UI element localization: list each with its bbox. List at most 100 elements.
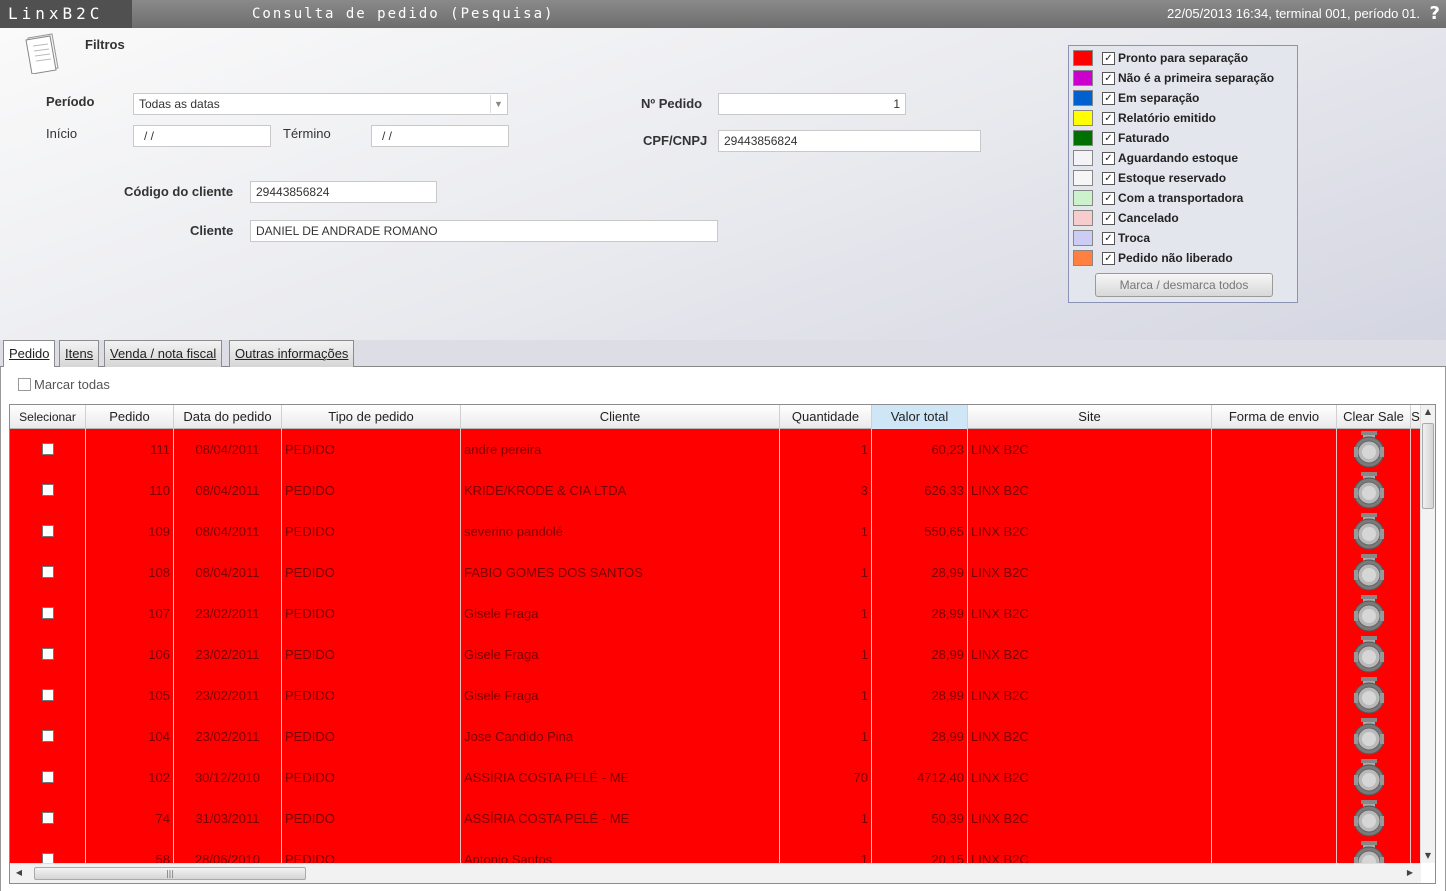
clear-sale-cell[interactable] [1337, 470, 1411, 511]
col-header-tipo[interactable]: Tipo de pedido [282, 405, 461, 429]
clear-sale-cell[interactable] [1337, 839, 1411, 863]
scroll-down-icon[interactable]: ▼ [1421, 851, 1435, 860]
legend-checkbox[interactable]: ✓ [1102, 92, 1115, 105]
tab-outras-informacoes[interactable]: Outras informações [229, 340, 355, 367]
clear-sale-cell[interactable] [1337, 798, 1411, 839]
clear-sale-cell[interactable] [1337, 675, 1411, 716]
row-select-checkbox[interactable] [41, 812, 54, 824]
legend-item-cancelado[interactable]: ✓ Cancelado [1073, 210, 1293, 228]
legend-checkbox[interactable]: ✓ [1102, 172, 1115, 185]
table-row[interactable]: 106 23/02/2011 PEDIDO Gisele Fraga 1 28,99 LIN… [10, 634, 1421, 675]
clear-sale-cell[interactable] [1337, 716, 1411, 757]
codigo-cliente-field[interactable]: 29443856824 [250, 181, 437, 203]
tab-pedido[interactable]: Pedido [3, 340, 56, 368]
row-select-checkbox[interactable] [41, 566, 54, 578]
scroll-up-icon[interactable]: ▲ [1421, 407, 1435, 416]
legend-checkbox[interactable]: ✓ [1102, 132, 1115, 145]
toggle-all-button[interactable]: Marca / desmarca todos [1095, 273, 1273, 297]
row-select-checkbox[interactable] [41, 689, 54, 701]
clear-sale-cell[interactable] [1337, 634, 1411, 675]
col-header-quantidade[interactable]: Quantidade [780, 405, 872, 429]
periodo-select[interactable]: Todas as datas ▼ [133, 93, 508, 115]
legend-checkbox[interactable]: ✓ [1102, 252, 1115, 265]
clear-sale-cell[interactable] [1337, 757, 1411, 798]
traffic-light-icon[interactable] [1349, 472, 1389, 510]
col-header-site[interactable]: Site [968, 405, 1212, 429]
legend-item-pronto[interactable]: ✓ Pronto para separação [1073, 50, 1293, 68]
legend-checkbox[interactable]: ✓ [1102, 212, 1115, 225]
table-row[interactable]: 74 31/03/2011 PEDIDO ASSÍRIA COSTA PELÉ - M… [10, 798, 1421, 839]
legend-checkbox[interactable]: ✓ [1102, 152, 1115, 165]
legend-item-faturado[interactable]: ✓ Faturado [1073, 130, 1293, 148]
table-row[interactable]: 108 08/04/2011 PEDIDO FABIO GOMES DOS SANTO… [10, 552, 1421, 593]
clear-sale-cell[interactable] [1337, 552, 1411, 593]
legend-checkbox[interactable]: ✓ [1102, 72, 1115, 85]
scroll-left-icon[interactable]: ◀ [12, 868, 26, 877]
row-select-checkbox[interactable] [41, 484, 54, 496]
legend-checkbox[interactable]: ✓ [1102, 52, 1115, 65]
col-header-data[interactable]: Data do pedido [174, 405, 282, 429]
horizontal-scrollbar[interactable]: ◀ ||| ▶ [10, 863, 1421, 883]
traffic-light-icon[interactable] [1349, 554, 1389, 592]
row-select-checkbox[interactable] [41, 525, 54, 537]
legend-checkbox[interactable]: ✓ [1102, 112, 1115, 125]
row-select-checkbox[interactable] [41, 648, 54, 660]
table-row[interactable]: 111 08/04/2011 PEDIDO andre pereira 1 60,23 LI… [10, 429, 1421, 470]
cliente-field[interactable]: DANIEL DE ANDRADE ROMANO [250, 220, 718, 242]
legend-checkbox[interactable]: ✓ [1102, 192, 1115, 205]
vertical-scrollbar[interactable]: ▲ ▼ [1420, 405, 1435, 863]
row-select-checkbox[interactable] [41, 607, 54, 619]
table-row[interactable]: 105 23/02/2011 PEDIDO Gisele Fraga 1 28,99 LIN… [10, 675, 1421, 716]
traffic-light-icon[interactable] [1349, 595, 1389, 633]
table-row[interactable]: 109 08/04/2011 PEDIDO severino pandolé 1 550,… [10, 511, 1421, 552]
col-header-valor-total[interactable]: Valor total [872, 405, 968, 429]
legend-item-em-separacao[interactable]: ✓ Em separação [1073, 90, 1293, 108]
col-header-selecionar[interactable]: Selecionar [10, 405, 86, 429]
traffic-light-icon[interactable] [1349, 677, 1389, 715]
row-select-checkbox[interactable] [41, 443, 54, 455]
cpf-field[interactable]: 29443856824 [718, 130, 981, 152]
legend-item-transportadora[interactable]: ✓ Com a transportadora [1073, 190, 1293, 208]
col-header-clear-sale[interactable]: Clear Sale [1337, 405, 1411, 429]
table-row[interactable]: 58 28/06/2010 PEDIDO Antonio Santos 1 20,15 LI… [10, 839, 1421, 863]
pedido-number-field[interactable]: 1 [718, 93, 906, 115]
chevron-down-icon[interactable]: ▼ [490, 95, 506, 113]
col-header-cliente[interactable]: Cliente [461, 405, 780, 429]
legend-checkbox[interactable]: ✓ [1102, 232, 1115, 245]
legend-item-nao-primeira[interactable]: ✓ Não é a primeira separação [1073, 70, 1293, 88]
row-select-checkbox[interactable] [41, 853, 54, 863]
table-row[interactable]: 102 30/12/2010 PEDIDO ASSÍRIA COSTA PELÉ - … [10, 757, 1421, 798]
legend-item-aguardando[interactable]: ✓ Aguardando estoque [1073, 150, 1293, 168]
tab-venda-nota-fiscal[interactable]: Venda / nota fiscal [104, 340, 223, 367]
traffic-light-icon[interactable] [1349, 513, 1389, 551]
inicio-date-field[interactable]: / / [133, 125, 271, 147]
clear-sale-cell[interactable] [1337, 429, 1411, 470]
tab-itens[interactable]: Itens [59, 340, 100, 367]
clear-sale-cell[interactable] [1337, 511, 1411, 552]
scroll-thumb[interactable] [1422, 423, 1434, 509]
traffic-light-icon[interactable] [1349, 431, 1389, 469]
col-header-pedido[interactable]: Pedido [86, 405, 174, 429]
row-select-checkbox[interactable] [41, 771, 54, 783]
traffic-light-icon[interactable] [1349, 759, 1389, 797]
legend-item-relatorio[interactable]: ✓ Relatório emitido [1073, 110, 1293, 128]
traffic-light-icon[interactable] [1349, 718, 1389, 756]
mark-all-checkbox[interactable]: Marcar todas [18, 377, 110, 392]
legend-item-troca[interactable]: ✓ Troca [1073, 230, 1293, 248]
traffic-light-icon[interactable] [1349, 841, 1389, 863]
legend-item-reservado[interactable]: ✓ Estoque reservado [1073, 170, 1293, 188]
help-icon[interactable]: ? [1430, 0, 1440, 28]
clear-sale-cell[interactable] [1337, 593, 1411, 634]
traffic-light-icon[interactable] [1349, 636, 1389, 674]
row-select-checkbox[interactable] [41, 730, 54, 742]
table-row[interactable]: 104 23/02/2011 PEDIDO Jose Candido Pina 1 28,… [10, 716, 1421, 757]
traffic-light-icon[interactable] [1349, 800, 1389, 838]
scroll-thumb[interactable]: ||| [34, 867, 306, 880]
legend-item-nao-liberado[interactable]: ✓ Pedido não liberado [1073, 250, 1293, 268]
table-row[interactable]: 107 23/02/2011 PEDIDO Gisele Fraga 1 28,99 LIN… [10, 593, 1421, 634]
termino-date-field[interactable]: / / [371, 125, 509, 147]
table-row[interactable]: 110 08/04/2011 PEDIDO KRIDE/KRODE & CIA LTD… [10, 470, 1421, 511]
col-header-forma-envio[interactable]: Forma de envio [1212, 405, 1337, 429]
scroll-right-icon[interactable]: ▶ [1403, 868, 1417, 877]
checkbox[interactable] [18, 378, 31, 391]
